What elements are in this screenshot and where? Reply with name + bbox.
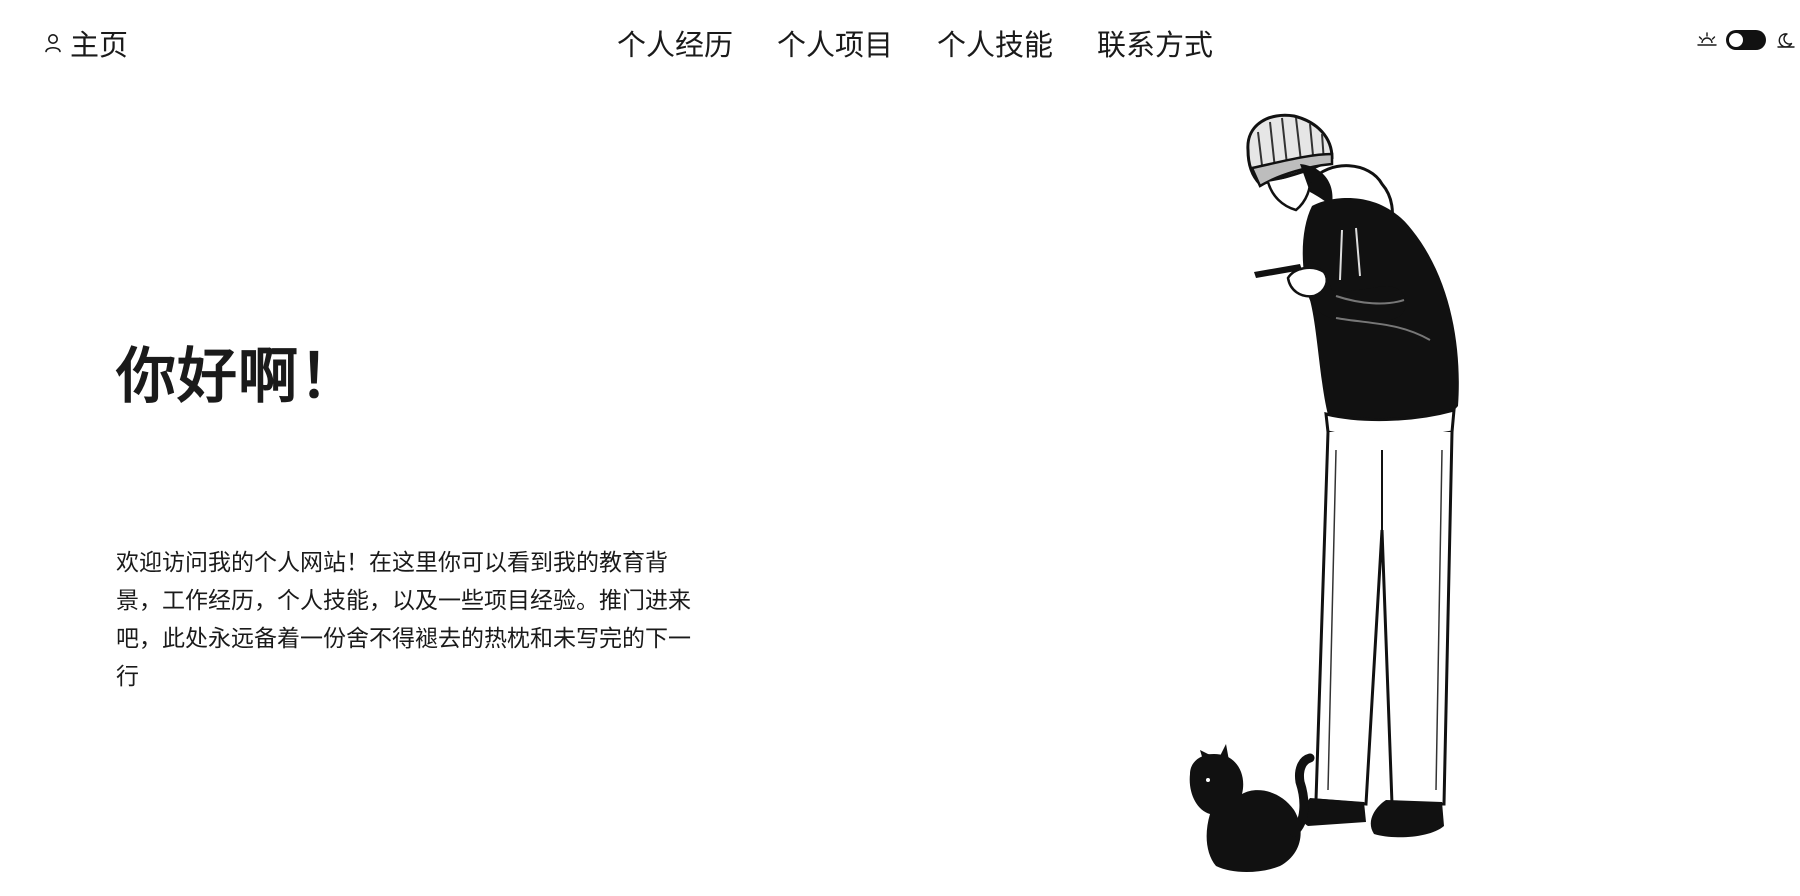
top-nav-bar: 主页 个人经历 个人项目 个人技能 联系方式: [0, 0, 1800, 88]
theme-toggle[interactable]: [1726, 30, 1766, 50]
nav-item-experience[interactable]: 个人经历: [617, 22, 733, 64]
page: 主页 个人经历 个人项目 个人技能 联系方式 你好啊！ 欢迎访问我的个人网站！在…: [0, 0, 1800, 896]
theme-toggle-knob: [1729, 33, 1743, 47]
nav-item-contact[interactable]: 联系方式: [1097, 22, 1213, 64]
sunrise-icon: [1696, 31, 1718, 49]
nav-item-skills[interactable]: 个人技能: [937, 22, 1053, 64]
nav-item-projects[interactable]: 个人项目: [777, 22, 893, 64]
hero-description: 欢迎访问我的个人网站！在这里你可以看到我的教育背景，工作经历，个人技能，以及一些…: [116, 550, 691, 690]
theme-switcher: [1696, 30, 1796, 50]
hero-title: 你好啊！: [116, 342, 360, 412]
user-icon: [44, 33, 62, 53]
moon-icon: [1774, 31, 1796, 49]
main-nav: 个人经历 个人项目 个人技能 联系方式: [617, 22, 1213, 64]
home-label: 主页: [70, 28, 129, 62]
home-link[interactable]: 主页: [44, 22, 128, 64]
person-with-phone-and-cat-illustration: [1189, 113, 1459, 872]
